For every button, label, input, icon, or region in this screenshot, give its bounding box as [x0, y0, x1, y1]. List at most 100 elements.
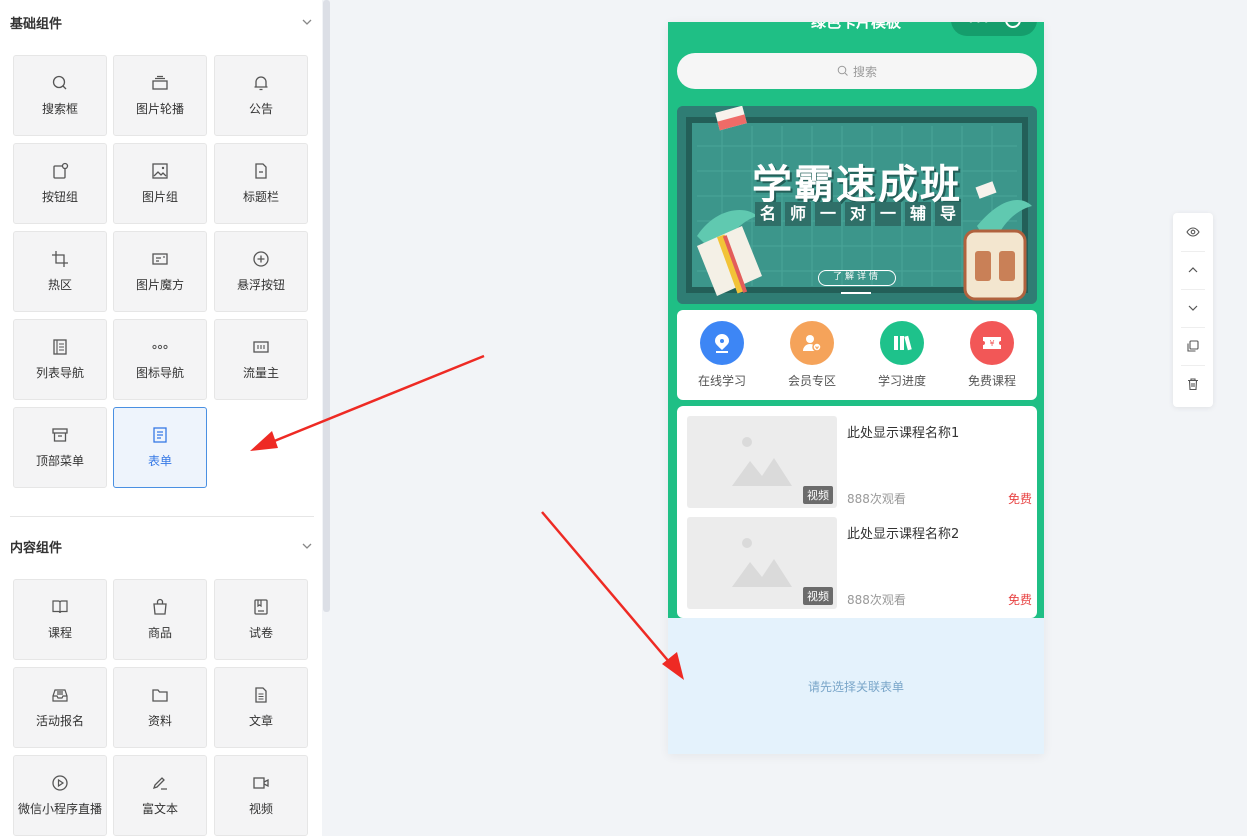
section-title: 内容组件 — [10, 540, 63, 556]
tile-label: 公告 — [248, 102, 273, 116]
list-icon — [53, 339, 67, 355]
tile-label: 富文本 — [141, 802, 178, 816]
tile-label: 商品 — [147, 626, 172, 640]
book-icon — [52, 600, 68, 614]
subtitle-char: 名 — [755, 202, 781, 226]
nav-label: 在线学习 — [697, 374, 746, 388]
nav-item-free-courses[interactable]: ¥ 免费课程 — [952, 321, 1032, 389]
component-notice[interactable]: 公告 — [214, 55, 308, 136]
course-item[interactable]: 视频 此处显示课程名称2 888次观看 免费 — [687, 517, 1032, 609]
eye-icon — [1186, 227, 1200, 237]
component-search[interactable]: 搜索框 — [13, 55, 107, 136]
carousel-icon — [152, 75, 168, 90]
nav-label: 会员专区 — [787, 374, 836, 388]
component-article[interactable]: 文章 — [214, 667, 308, 748]
chevron-down-icon[interactable] — [300, 15, 314, 29]
subtitle-char: 辅 — [905, 202, 931, 226]
pen-nib-icon — [715, 334, 729, 353]
move-down-button[interactable] — [1173, 289, 1213, 327]
tile-label: 图片组 — [141, 190, 178, 204]
component-course[interactable]: 课程 — [13, 579, 107, 660]
course-name: 此处显示课程名称2 — [847, 527, 960, 542]
component-top-menu[interactable]: 顶部菜单 — [13, 407, 107, 488]
tile-label: 图片轮播 — [135, 102, 184, 116]
component-rich-text[interactable]: 富文本 — [113, 755, 207, 836]
form-placeholder-text: 请先选择关联表单 — [807, 679, 904, 694]
component-event-signup[interactable]: 活动报名 — [13, 667, 107, 748]
video-tag: 视频 — [803, 486, 833, 504]
component-goods[interactable]: 商品 — [113, 579, 207, 660]
nav-label: 学习进度 — [877, 374, 926, 388]
arrow-to-form-placeholder — [541, 511, 684, 680]
basic-components-header[interactable]: 基础组件 — [10, 10, 314, 34]
course-thumbnail: 视频 — [687, 416, 837, 508]
component-image-group[interactable]: 图片组 — [113, 143, 207, 224]
tile-label: 图标导航 — [135, 366, 184, 380]
chevron-down-icon — [1188, 305, 1198, 311]
chevron-down-icon[interactable] — [300, 539, 314, 553]
component-icon-nav[interactable]: 图标导航 — [113, 319, 207, 400]
search-icon — [837, 65, 848, 76]
exam-icon — [254, 599, 268, 615]
tile-label: 按钮组 — [41, 190, 78, 204]
close-circle-icon[interactable] — [1005, 22, 1021, 28]
content-components-header[interactable]: 内容组件 — [10, 534, 314, 558]
component-form[interactable]: 表单 — [113, 407, 207, 488]
more-icon[interactable]: ••• — [967, 22, 990, 28]
dots-icon — [152, 344, 168, 350]
section-divider — [10, 516, 314, 517]
tile-label: 列表导航 — [35, 366, 84, 380]
bell-icon — [254, 76, 268, 91]
search-bar[interactable]: 搜索 — [677, 53, 1037, 89]
course-list: 视频 此处显示课程名称1 888次观看 免费 视频 此处显示课程名称2 888次… — [677, 406, 1037, 618]
tile-label: 表单 — [147, 454, 172, 468]
tile-label: 文章 — [248, 714, 273, 728]
video-tag: 视频 — [803, 587, 833, 605]
component-list-nav[interactable]: 列表导航 — [13, 319, 107, 400]
tile-label: 搜索框 — [41, 102, 78, 116]
banner-subtitle: 名 师 一 对 一 辅 导 — [755, 202, 961, 226]
component-button-group[interactable]: 按钮组 — [13, 143, 107, 224]
search-placeholder: 搜索 — [852, 64, 877, 79]
mini-program-capsule[interactable]: ••• — [951, 22, 1037, 36]
document-icon — [255, 163, 267, 179]
banner-carousel[interactable]: 学霸速成班 名 师 一 对 一 辅 导 了解详情 — [677, 106, 1037, 304]
button-group-icon — [53, 162, 69, 179]
component-carousel[interactable]: 图片轮播 — [113, 55, 207, 136]
nav-icon-bg — [880, 321, 924, 365]
component-materials[interactable]: 资料 — [113, 667, 207, 748]
section-title: 基础组件 — [10, 16, 63, 32]
component-image-cube[interactable]: 图片魔方 — [113, 231, 207, 312]
member-icon — [803, 335, 822, 352]
component-hotspot[interactable]: 热区 — [13, 231, 107, 312]
component-video[interactable]: 视频 — [214, 755, 308, 836]
form-component-placeholder[interactable]: 请先选择关联表单 — [668, 618, 1044, 754]
tile-label: 资料 — [147, 714, 172, 728]
copy-button[interactable] — [1173, 327, 1213, 365]
nav-item-online-study[interactable]: 在线学习 — [682, 321, 762, 389]
course-item[interactable]: 视频 此处显示课程名称1 888次观看 免费 — [687, 416, 1032, 508]
crop-icon — [52, 251, 68, 267]
tile-label: 视频 — [248, 802, 273, 816]
tile-label: 图片魔方 — [135, 278, 184, 292]
component-toolbar — [1173, 213, 1213, 407]
component-float-button[interactable]: 悬浮按钮 — [214, 231, 308, 312]
delete-button[interactable] — [1173, 365, 1213, 403]
move-up-button[interactable] — [1173, 251, 1213, 289]
component-live[interactable]: 微信小程序直播 — [13, 755, 107, 836]
svg-text:¥: ¥ — [989, 339, 994, 348]
folder-icon — [152, 689, 168, 702]
component-title-bar[interactable]: 标题栏 — [214, 143, 308, 224]
component-exam[interactable]: 试卷 — [214, 579, 308, 660]
nav-item-study-progress[interactable]: 学习进度 — [862, 321, 942, 389]
nav-item-member-zone[interactable]: 会员专区 — [772, 321, 852, 389]
component-traffic[interactable]: 流量主 — [214, 319, 308, 400]
banner-detail-button[interactable]: 了解详情 — [818, 270, 896, 286]
tile-label: 顶部菜单 — [35, 454, 84, 468]
preview-button[interactable] — [1173, 213, 1213, 251]
tile-label: 活动报名 — [35, 714, 84, 728]
image-icon — [152, 163, 168, 179]
icon-nav: 在线学习 会员专区 学习进度 ¥ 免费课程 — [677, 310, 1037, 400]
subtitle-char: 导 — [935, 202, 961, 226]
panel-scrollbar[interactable] — [323, 0, 330, 612]
